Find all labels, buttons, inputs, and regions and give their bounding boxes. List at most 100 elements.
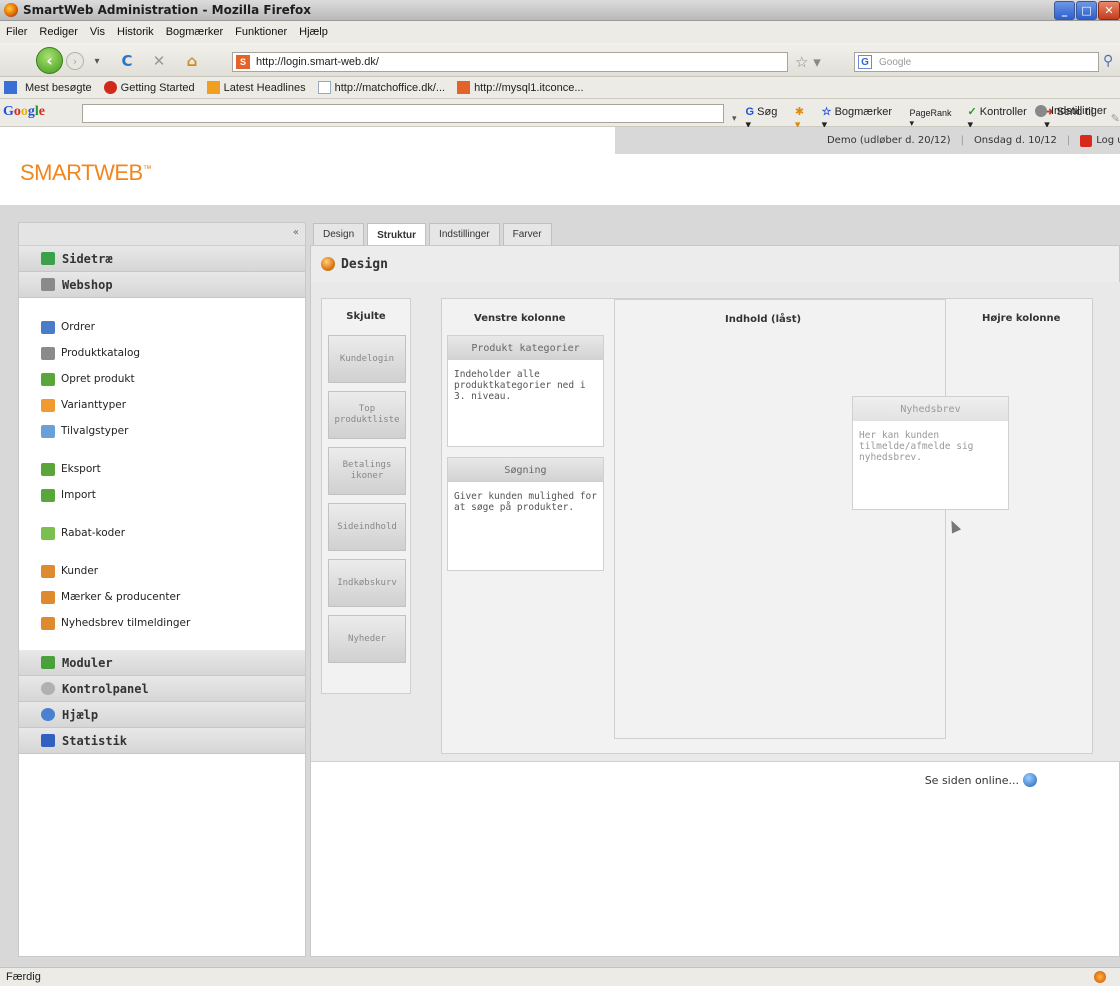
menu-file[interactable]: Filer: [6, 26, 27, 38]
hidden-module-indkobskurv[interactable]: Indkøbskurv: [328, 559, 406, 607]
google-settings-button[interactable]: Indstillinger: [1035, 105, 1107, 117]
firefox-bookmark-icon: [103, 81, 117, 94]
tab-struktur[interactable]: Struktur: [367, 223, 427, 246]
maximize-button[interactable]: □: [1076, 1, 1097, 20]
sidebar-item-eksport[interactable]: Eksport: [19, 456, 305, 482]
current-date: Onsdag d. 10/12: [973, 135, 1057, 146]
export-icon: [41, 462, 55, 476]
sidebar-item-produktkatalog[interactable]: Produktkatalog: [19, 340, 305, 366]
back-button[interactable]: ‹: [36, 47, 63, 74]
home-icon[interactable]: ⌂: [183, 52, 201, 70]
settings-icon: [1035, 105, 1047, 117]
sidebar-section-moduler[interactable]: Moduler: [19, 650, 305, 676]
right-column-title: Højre kolonne: [982, 313, 1061, 324]
layout-columns: Venstre kolonne Indhold (låst) Højre kol…: [441, 298, 1093, 754]
sidebar-item-opret-produkt[interactable]: Opret produkt: [19, 366, 305, 392]
sidebar-collapse: «: [19, 223, 305, 246]
tab-farver[interactable]: Farver: [502, 223, 552, 245]
bookmark-getting-started[interactable]: Getting Started: [103, 81, 195, 94]
search-icon[interactable]: ⚲: [1103, 53, 1113, 69]
module-nyhedsbrev-dragging[interactable]: Nyhedsbrev Her kan kunden tilmelde/afmel…: [852, 396, 1009, 510]
catalog-icon: [41, 346, 55, 360]
module-produkt-kategorier[interactable]: Produkt kategorier Indeholder alle produ…: [447, 335, 604, 447]
page-icon: [317, 81, 331, 94]
bookmark-mysql[interactable]: http://mysql1.itconce...: [457, 81, 584, 94]
menu-tools[interactable]: Funktioner: [235, 26, 287, 38]
hidden-module-kundelogin[interactable]: Kundelogin: [328, 335, 406, 383]
sidebar-section-kontrolpanel[interactable]: Kontrolpanel: [19, 676, 305, 702]
search-input[interactable]: G Google: [854, 52, 1099, 72]
discount-icon: [41, 526, 55, 540]
search-engine-icon[interactable]: G: [858, 55, 872, 69]
tab-indstillinger[interactable]: Indstillinger: [429, 223, 500, 245]
logout-link[interactable]: Log ud: [1080, 134, 1120, 147]
menubar: Filer Rediger Vis Historik Bogmærker Fun…: [0, 21, 1120, 43]
globe-icon: [1023, 773, 1037, 787]
brands-icon: [41, 590, 55, 604]
sidebar-item-kunder[interactable]: Kunder: [19, 558, 305, 584]
page-viewport: Demo (udløber d. 20/12) | Onsdag d. 10/1…: [0, 127, 1120, 967]
reload-icon[interactable]: C: [118, 52, 136, 70]
import-icon: [41, 488, 55, 502]
bookmark-latest-headlines[interactable]: Latest Headlines: [206, 81, 306, 94]
pagerank-button[interactable]: PageRank ▾: [909, 108, 958, 129]
bookmark-star-icon[interactable]: ☆ ▾: [795, 53, 821, 71]
bookmark-matchoffice[interactable]: http://matchoffice.dk/...: [317, 81, 445, 94]
hidden-module-top-produktliste[interactable]: Top produktliste: [328, 391, 406, 439]
newsletter-icon: [41, 616, 55, 630]
bookmark-folder-icon: [4, 81, 17, 94]
module-description: Giver kunden mulighed for at søge på pro…: [454, 491, 597, 513]
menu-history[interactable]: Historik: [117, 26, 154, 38]
gear-icon: [41, 682, 55, 695]
menu-view[interactable]: Vis: [90, 26, 105, 38]
site-favicon: S: [236, 55, 250, 69]
sidebar-item-tilvalgstyper[interactable]: Tilvalgstyper: [19, 418, 305, 444]
bookmark-most-visited[interactable]: Mest besøgte: [4, 81, 92, 94]
sidebar-item-import[interactable]: Import: [19, 482, 305, 508]
hidden-module-nyheder[interactable]: Nyheder: [328, 615, 406, 663]
collapse-sidebar-button[interactable]: «: [293, 227, 299, 238]
sidebar-section-hjaelp[interactable]: Hjælp: [19, 702, 305, 728]
close-window-button[interactable]: ✕: [1098, 1, 1120, 20]
view-online-link[interactable]: Se siden online...: [925, 773, 1037, 787]
demo-expiry: Demo (udløber d. 20/12): [826, 135, 951, 146]
google-logo: Google: [3, 104, 45, 119]
menu-help[interactable]: Hjælp: [299, 26, 328, 38]
account-status-bar: Demo (udløber d. 20/12) | Onsdag d. 10/1…: [615, 127, 1120, 154]
google-search-input[interactable]: [82, 104, 724, 123]
window-title: SmartWeb Administration - Mozilla Firefo…: [23, 3, 311, 17]
add-product-icon: [41, 372, 55, 386]
status-text: Færdig: [6, 971, 41, 983]
cart-icon: [41, 278, 55, 291]
content-title: Design: [341, 256, 388, 272]
highlighter-icon[interactable]: ✎: [1111, 112, 1120, 125]
chart-icon: [41, 734, 55, 747]
content-tabs: Design Struktur Indstillinger Farver: [313, 223, 552, 246]
addon-status-icon[interactable]: [1094, 971, 1106, 983]
hidden-module-sideindhold[interactable]: Sideindhold: [328, 503, 406, 551]
sidebar-item-maerker[interactable]: Mærker & producenter: [19, 584, 305, 610]
sidebar-item-varianttyper[interactable]: Varianttyper: [19, 392, 305, 418]
webshop-menu: Ordrer Produktkatalog Opret produkt Vari…: [19, 298, 305, 650]
forward-button[interactable]: ›: [66, 52, 84, 70]
menu-bookmarks[interactable]: Bogmærker: [166, 26, 223, 38]
sidebar-section-statistik[interactable]: Statistik: [19, 728, 305, 754]
tab-design[interactable]: Design: [313, 223, 365, 245]
module-soegning[interactable]: Søgning Giver kunden mulighed for at søg…: [447, 457, 604, 571]
sidebar-section-webshop[interactable]: Webshop: [19, 272, 305, 298]
hidden-module-betalings-ikoner[interactable]: Betalings ikoner: [328, 447, 406, 495]
sidebar-item-ordrer[interactable]: Ordrer: [19, 314, 305, 340]
stop-icon[interactable]: ✕: [150, 52, 168, 70]
window-titlebar: SmartWeb Administration - Mozilla Firefo…: [0, 0, 1120, 21]
sidebar-item-rabat-koder[interactable]: Rabat-koder: [19, 520, 305, 546]
menu-edit[interactable]: Rediger: [39, 26, 78, 38]
url-bar[interactable]: S http://login.smart-web.dk/: [232, 52, 788, 72]
history-dropdown-icon[interactable]: ▾: [88, 52, 106, 70]
sidebar-section-sidetrae[interactable]: Sidetræ: [19, 246, 305, 272]
sitemap-icon: [41, 252, 55, 265]
sidebar-item-nyhedsbrev[interactable]: Nyhedsbrev tilmeldinger: [19, 610, 305, 636]
module-title: Søgning: [448, 458, 603, 482]
google-dropdown-icon[interactable]: ▾: [732, 113, 737, 124]
minimize-button[interactable]: _: [1054, 1, 1075, 20]
browser-statusbar: Færdig: [0, 967, 1120, 986]
